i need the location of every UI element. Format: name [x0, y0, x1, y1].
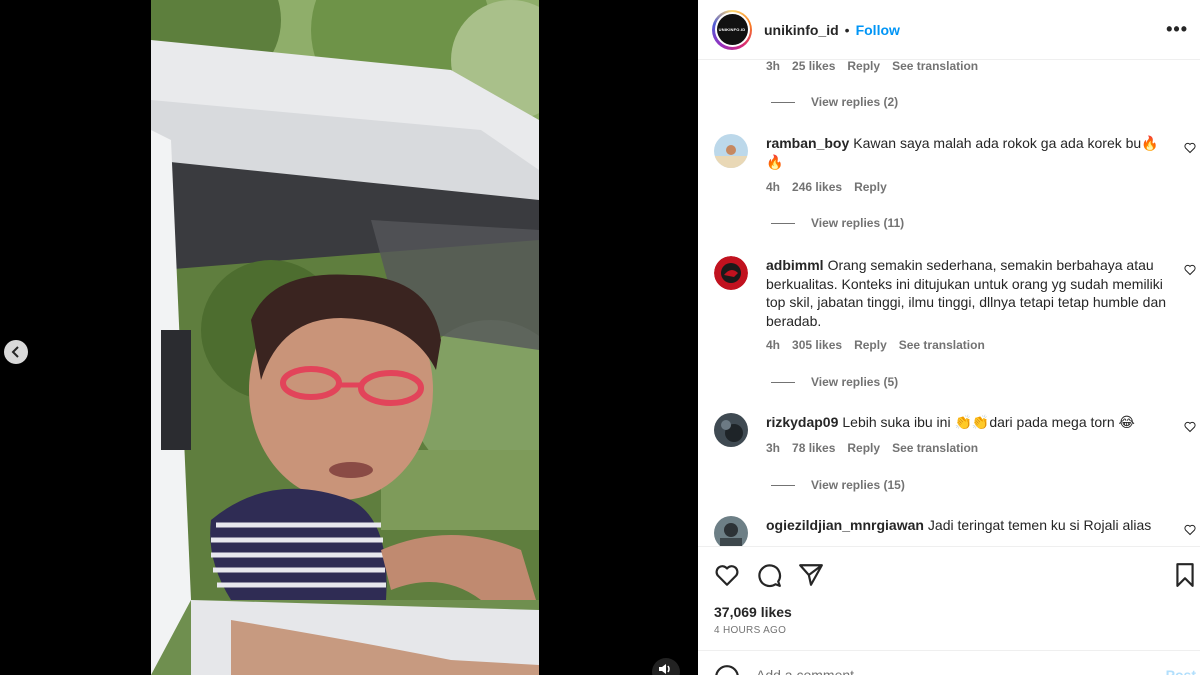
post-header: UNIKINFO.ID unikinfo_id • Follow ••• — [698, 0, 1200, 60]
avatar-image — [714, 256, 748, 290]
comment-meta: 4h 305 likes Reply See translation — [766, 338, 985, 352]
commenter-avatar[interactable] — [714, 134, 748, 168]
post-media — [0, 0, 698, 675]
mute-toggle-button[interactable] — [652, 658, 680, 675]
emoji-icon[interactable] — [714, 664, 740, 675]
add-comment-input[interactable] — [756, 664, 1136, 675]
like-comment-heart-icon[interactable] — [1184, 264, 1196, 276]
post-side-panel: UNIKINFO.ID unikinfo_id • Follow ••• 3h … — [698, 0, 1200, 675]
comment-text-block: ramban_boy Kawan saya malah ada rokok ga … — [766, 134, 1172, 171]
reply-button[interactable]: Reply — [854, 338, 887, 352]
heart-icon[interactable] — [714, 562, 740, 588]
avatar-inner: UNIKINFO.ID — [714, 12, 750, 47]
comment-likes[interactable]: 78 likes — [792, 441, 835, 455]
comment-text-block: ogiezildjian_mnrgiawan Jadi teringat teme… — [766, 516, 1172, 535]
chevron-left-icon — [11, 346, 19, 358]
more-horizontal-icon: ••• — [1166, 19, 1188, 39]
comment-text-block: adbimml Orang semakin sederhana, semakin … — [766, 256, 1172, 330]
commenter-username[interactable]: ramban_boy — [766, 135, 849, 151]
comment-meta: 3h 78 likes Reply See translation — [766, 441, 978, 455]
divider-line — [771, 381, 795, 383]
view-replies-label: View replies (15) — [811, 478, 905, 492]
post-timestamp: 4 HOURS AGO — [714, 625, 787, 636]
reply-button[interactable]: Reply — [847, 61, 880, 73]
avatar-image — [714, 134, 748, 168]
video-player[interactable] — [151, 0, 539, 675]
send-paper-plane-icon[interactable] — [798, 562, 824, 588]
previous-post-button[interactable] — [4, 340, 28, 364]
volume-icon — [659, 664, 670, 674]
comment-text-block: rizkydap09 Lebih suka ibu ini 👏👏dari pada… — [766, 413, 1172, 432]
commenter-username[interactable]: rizkydap09 — [766, 414, 838, 430]
post-actions: 37,069 likes 4 HOURS AGO Post — [698, 546, 1200, 675]
reply-button[interactable]: Reply — [854, 180, 887, 194]
comment-time: 4h — [766, 338, 781, 352]
commenter-avatar[interactable] — [714, 413, 748, 447]
commenter-avatar[interactable] — [714, 516, 748, 546]
post-comment-button[interactable]: Post — [1166, 667, 1196, 675]
commenter-avatar[interactable] — [714, 256, 748, 290]
comment-likes[interactable]: 25 likes — [792, 61, 835, 73]
like-comment-heart-icon[interactable] — [1184, 421, 1196, 433]
comment-time: 3h — [766, 441, 781, 455]
bookmark-icon[interactable] — [1172, 562, 1198, 588]
dot-separator: • — [844, 21, 850, 38]
see-translation-button[interactable]: See translation — [892, 61, 978, 73]
more-options-button[interactable]: ••• — [1166, 20, 1188, 38]
comment-text: Orang semakin sederhana, semakin berbaha… — [766, 257, 1167, 329]
like-comment-heart-icon[interactable] — [1184, 142, 1196, 154]
add-comment-bar: Post — [698, 650, 1200, 675]
see-translation-button[interactable]: See translation — [899, 338, 985, 352]
view-replies-button[interactable]: View replies (11) — [771, 216, 904, 230]
reply-button[interactable]: Reply — [847, 441, 880, 455]
view-replies-button[interactable]: View replies (5) — [771, 375, 898, 389]
comment-text: Jadi teringat temen ku si Rojali alias — [927, 517, 1152, 533]
comment-likes[interactable]: 305 likes — [792, 338, 842, 352]
video-frame — [151, 0, 539, 675]
avatar-logo: UNIKINFO.ID — [716, 14, 748, 45]
divider-line — [771, 222, 795, 224]
comment-time: 3h — [766, 61, 781, 73]
comment-meta: 3h 25 likes Reply See translation — [766, 61, 978, 73]
view-replies-button[interactable]: View replies (2) — [771, 95, 898, 109]
view-replies-label: View replies (11) — [811, 216, 905, 230]
comments-list[interactable]: 3h 25 likes Reply See translation View r… — [698, 61, 1200, 546]
comment-likes[interactable]: 246 likes — [792, 180, 842, 194]
follow-button[interactable]: Follow — [856, 22, 900, 38]
see-translation-button[interactable]: See translation — [892, 441, 978, 455]
likes-count[interactable]: 37,069 likes — [714, 604, 792, 620]
comment-time: 4h — [766, 180, 781, 194]
comment-meta: 4h 246 likes Reply — [766, 180, 887, 194]
view-replies-label: View replies (2) — [811, 95, 899, 109]
avatar-image — [714, 516, 748, 546]
avatar-image — [714, 413, 748, 447]
like-comment-heart-icon[interactable] — [1184, 524, 1196, 536]
divider-line — [771, 101, 795, 103]
author-avatar[interactable]: UNIKINFO.ID — [712, 9, 752, 50]
author-username[interactable]: unikinfo_id — [764, 22, 839, 38]
comment-bubble-icon[interactable] — [756, 562, 782, 588]
comment-text: Lebih suka ibu ini 👏👏dari pada mega torn… — [842, 414, 1135, 430]
commenter-username[interactable]: ogiezildjian_mnrgiawan — [766, 517, 924, 533]
commenter-username[interactable]: adbimml — [766, 257, 824, 273]
view-replies-button[interactable]: View replies (15) — [771, 478, 905, 492]
divider-line — [771, 484, 795, 486]
view-replies-label: View replies (5) — [811, 375, 899, 389]
